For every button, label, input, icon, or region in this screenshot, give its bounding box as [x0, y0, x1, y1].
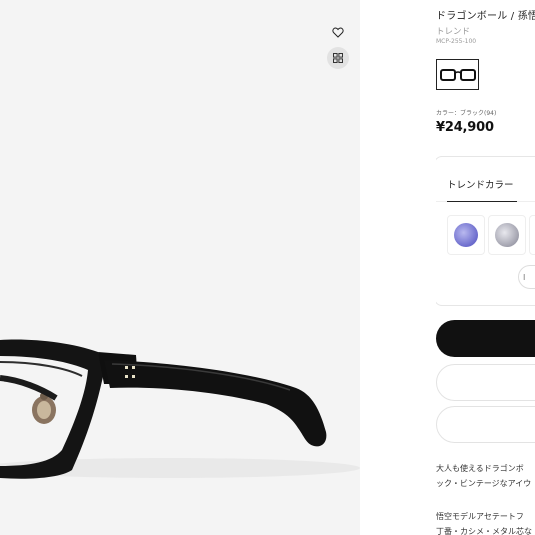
lens-swatch-more[interactable] [529, 215, 535, 255]
swatch-color-gray [495, 223, 519, 247]
lens-swatch-gray[interactable] [488, 215, 526, 255]
color-thumbnail-selected[interactable] [436, 59, 479, 90]
heart-icon [332, 27, 344, 38]
description-line-4: 丁番・カシメ・メタル芯な [436, 527, 532, 535]
product-info-panel: ドラゴンボール / 孫悟 トレンド MCP-255-100 カラー：ブラック(9… [436, 0, 535, 535]
description-line-3: 悟空モデルアセテートフ [436, 512, 524, 521]
lens-color-card: トレンドカラー I [436, 156, 535, 306]
product-title: ドラゴンボール / 孫悟 [436, 11, 535, 22]
product-brand: トレンド [436, 27, 471, 37]
product-sku: MCP-255-100 [436, 38, 477, 45]
swatch-color-blue [454, 223, 478, 247]
glasses-thumbnail-icon [439, 68, 476, 81]
tertiary-action-button[interactable] [436, 406, 535, 443]
view-grid-button[interactable] [327, 47, 349, 69]
product-price: ¥24,900 [436, 120, 494, 135]
product-image-gallery[interactable] [0, 0, 360, 535]
description-line-1: 大人も使えるドラゴンボ [436, 464, 524, 473]
description-line-2: ック・ビンテージなアイウ [436, 479, 532, 488]
grid-icon [333, 53, 343, 63]
tab-active-indicator [447, 201, 517, 202]
lens-swatch-blue[interactable] [447, 215, 485, 255]
tab-trend-color[interactable]: トレンドカラー [447, 177, 514, 191]
wishlist-button[interactable] [327, 21, 349, 43]
lens-option-pill[interactable]: I [518, 265, 535, 289]
secondary-action-button[interactable] [436, 364, 535, 401]
color-label: カラー：ブラック(94) [436, 110, 497, 117]
product-photo-glasses [0, 339, 360, 479]
add-to-cart-button[interactable] [436, 320, 535, 357]
